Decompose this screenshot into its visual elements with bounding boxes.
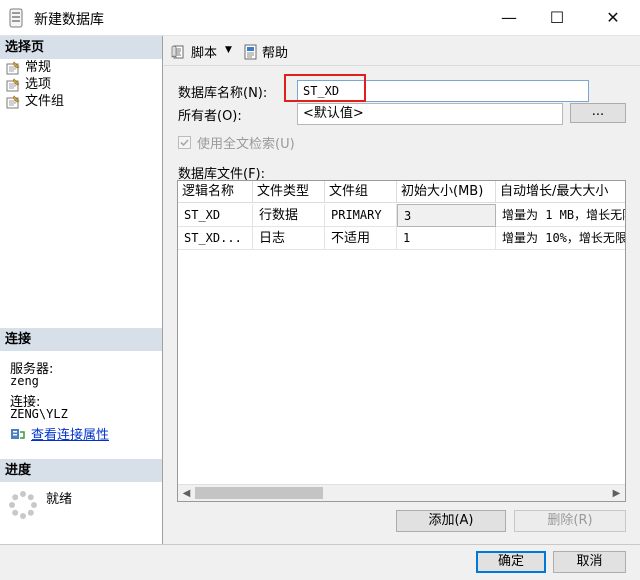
table-row[interactable]: ST_XD... 日志 不适用 1 增量为 10%，增长无限制: [178, 227, 625, 250]
table-row[interactable]: ST_XD 行数据 PRIMARY 3 增量为 1 MB，增长无限制: [178, 204, 625, 227]
page-item-label: 选项: [25, 77, 52, 92]
select-page-header: 选择页: [0, 36, 162, 59]
fulltext-option[interactable]: 使用全文检索(U): [178, 133, 295, 152]
grid-header: 逻辑名称 文件类型 文件组 初始大小(MB) 自动增长/最大大小: [178, 181, 625, 203]
connection-value: ZENG\YLZ: [10, 407, 68, 421]
column-header-initial-size[interactable]: 初始大小(MB): [397, 181, 496, 203]
database-files-grid[interactable]: 逻辑名称 文件类型 文件组 初始大小(MB) 自动增长/最大大小 ST_XD 行…: [177, 180, 626, 502]
maximize-button[interactable]: ☐: [534, 0, 580, 36]
script-button[interactable]: 脚本: [171, 42, 217, 61]
cell-file-type[interactable]: 行数据: [253, 204, 325, 227]
cell-filegroup[interactable]: PRIMARY: [325, 204, 397, 227]
column-header-autogrowth[interactable]: 自动增长/最大大小: [496, 181, 625, 203]
connection-properties-icon: [11, 428, 25, 439]
page-wrench-icon: [6, 61, 20, 75]
scroll-right-icon[interactable]: ▶: [608, 485, 625, 501]
progress-header: 进度: [0, 459, 162, 482]
scroll-left-icon[interactable]: ◀: [178, 485, 195, 501]
database-icon: [9, 8, 23, 28]
help-icon: [244, 44, 257, 59]
window-title: 新建数据库: [34, 12, 104, 28]
help-button[interactable]: 帮助: [244, 42, 288, 61]
toolbar: 脚本 ▼ 帮助: [164, 36, 640, 66]
scrollbar-thumb[interactable]: [195, 487, 323, 499]
checkmark-icon: [180, 139, 189, 147]
browse-owner-button[interactable]: ...: [570, 103, 626, 123]
close-icon: ✕: [606, 8, 620, 27]
maximize-icon: ☐: [549, 8, 565, 27]
column-header-file-type[interactable]: 文件类型: [253, 181, 325, 203]
page-item-general[interactable]: 常规: [5, 60, 51, 76]
page-item-label: 文件组: [25, 94, 65, 109]
minimize-button[interactable]: —: [486, 0, 532, 36]
title-bar: 新建数据库 — ☐ ✕: [0, 0, 640, 36]
minimize-icon: —: [501, 8, 517, 27]
page-item-filegroups[interactable]: 文件组: [5, 94, 64, 110]
dialog-footer: 确定 取消: [0, 544, 640, 580]
cell-initial-size[interactable]: 1: [397, 227, 496, 250]
script-icon: [171, 45, 184, 58]
add-button[interactable]: 添加(A): [396, 510, 506, 532]
close-button[interactable]: ✕: [590, 0, 636, 36]
cell-autogrowth[interactable]: 增量为 10%，增长无限制: [496, 227, 625, 250]
view-connection-properties[interactable]: 查看连接属性: [10, 424, 109, 443]
script-dropdown[interactable]: ▼: [225, 45, 232, 55]
horizontal-scrollbar[interactable]: ◀ ▶: [178, 484, 625, 501]
cell-logical-name[interactable]: ST_XD...: [178, 227, 253, 250]
left-pane: 选择页 常规 选项 文件组 连接 服务器: zeng 连接: ZENG\YLZ: [0, 36, 163, 544]
page-item-options[interactable]: 选项: [5, 77, 51, 93]
remove-button[interactable]: 删除(R): [514, 510, 626, 532]
page-wrench-icon: [6, 78, 20, 92]
server-value: zeng: [10, 374, 39, 388]
help-label: 帮助: [262, 46, 289, 61]
progress-status: 就绪: [46, 492, 73, 507]
chevron-down-icon: ▼: [225, 45, 232, 55]
highlight-annotation: [284, 74, 366, 102]
page-item-label: 常规: [25, 60, 52, 75]
cell-logical-name[interactable]: ST_XD: [178, 204, 253, 227]
connection-header: 连接: [0, 328, 162, 351]
progress-spinner-icon: [9, 491, 37, 519]
column-header-filegroup[interactable]: 文件组: [325, 181, 397, 203]
page-wrench-icon: [6, 95, 20, 109]
fulltext-checkbox[interactable]: [178, 136, 191, 149]
owner-label: 所有者(O):: [178, 109, 242, 124]
view-connection-link[interactable]: 查看连接属性: [31, 424, 109, 443]
cell-file-type[interactable]: 日志: [253, 227, 325, 250]
cell-filegroup[interactable]: 不适用: [325, 227, 397, 250]
owner-input[interactable]: <默认值>: [297, 103, 563, 125]
ok-button[interactable]: 确定: [476, 551, 546, 573]
cell-initial-size[interactable]: 3: [397, 204, 496, 227]
script-label: 脚本: [191, 46, 218, 61]
cancel-button[interactable]: 取消: [553, 551, 626, 573]
column-header-logical-name[interactable]: 逻辑名称: [178, 181, 253, 203]
db-name-label: 数据库名称(N):: [178, 86, 268, 101]
cell-autogrowth[interactable]: 增量为 1 MB，增长无限制: [496, 204, 625, 227]
fulltext-label: 使用全文检索(U): [197, 137, 295, 152]
